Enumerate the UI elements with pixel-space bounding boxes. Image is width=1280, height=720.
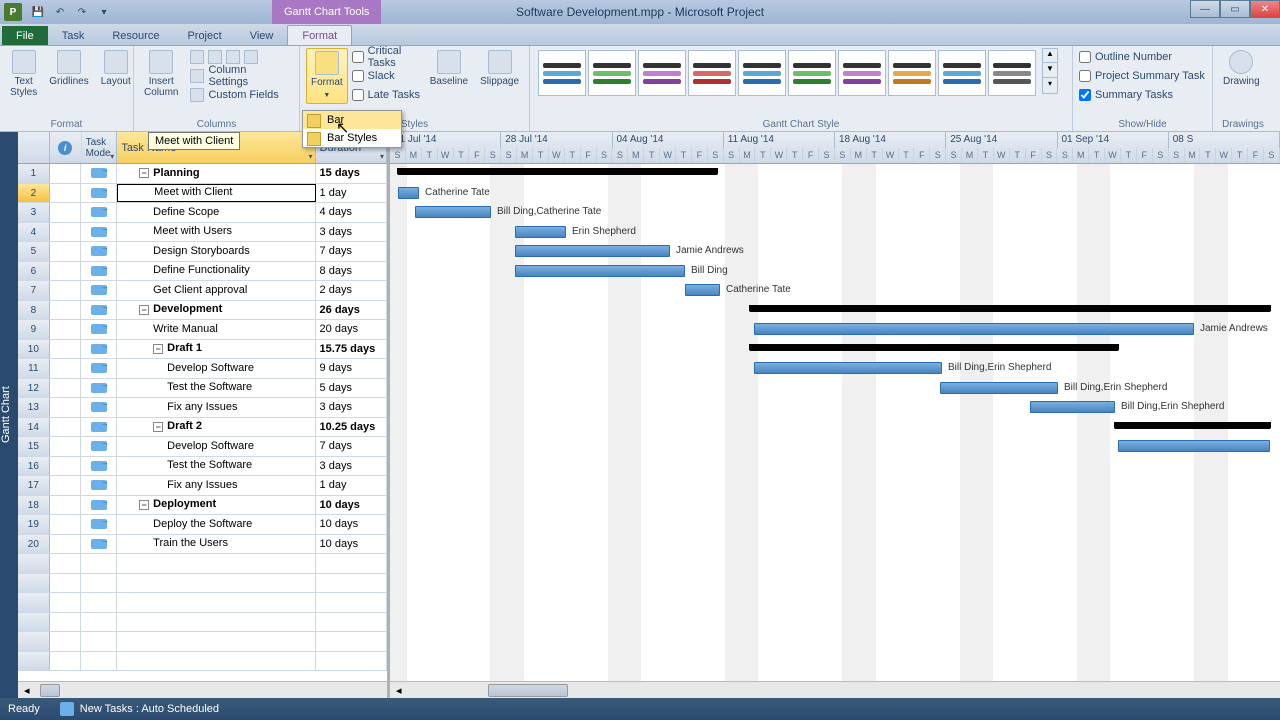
- table-row[interactable]: 10−Draft 115.75 days: [18, 340, 387, 360]
- table-row[interactable]: 19Deploy the Software10 days: [18, 515, 387, 535]
- table-row[interactable]: 15Develop Software7 days: [18, 437, 387, 457]
- baseline-button[interactable]: Baseline: [426, 48, 472, 89]
- group-ganttstyle-label: Gantt Chart Style: [530, 117, 1072, 130]
- minimize-button[interactable]: —: [1190, 0, 1220, 18]
- drawing-button[interactable]: Drawing: [1219, 48, 1264, 89]
- group-drawings-label: Drawings: [1213, 117, 1273, 130]
- tooltip: Meet with Client: [148, 132, 240, 150]
- info-column-header[interactable]: i: [50, 132, 82, 163]
- insert-column-button[interactable]: Insert Column: [140, 48, 182, 100]
- style-option[interactable]: [838, 50, 886, 96]
- maximize-button[interactable]: ▭: [1220, 0, 1250, 18]
- autoschedule-icon: [60, 702, 74, 716]
- style-option[interactable]: [538, 50, 586, 96]
- ribbon-tabs: File Task Resource Project View Format △…: [0, 24, 1280, 46]
- slack-checkbox[interactable]: Slack: [352, 67, 422, 85]
- redo-icon[interactable]: ↷: [72, 3, 92, 21]
- table-row[interactable]: 2Meet with Client1 day: [18, 184, 387, 204]
- save-icon[interactable]: 💾: [28, 3, 48, 21]
- group-columns-label: Columns: [134, 117, 299, 130]
- view-sidebar-label[interactable]: Gantt Chart: [0, 132, 18, 698]
- grid-hscroll[interactable]: ◂: [18, 681, 387, 698]
- table-row[interactable]: 7Get Client approval2 days: [18, 281, 387, 301]
- tab-view[interactable]: View: [236, 26, 288, 45]
- tab-project[interactable]: Project: [173, 26, 235, 45]
- text-styles-button[interactable]: Text Styles: [6, 48, 41, 100]
- style-option[interactable]: [638, 50, 686, 96]
- custom-fields-button[interactable]: Custom Fields: [186, 86, 293, 104]
- gallery-down-icon[interactable]: ▼: [1043, 64, 1057, 78]
- table-row[interactable]: 16Test the Software3 days: [18, 457, 387, 477]
- tab-file[interactable]: File: [2, 26, 48, 45]
- tab-resource[interactable]: Resource: [98, 26, 173, 45]
- gallery-more-icon[interactable]: ▾: [1043, 79, 1057, 93]
- table-row[interactable]: 20Train the Users10 days: [18, 535, 387, 555]
- summary-tasks-checkbox[interactable]: Summary Tasks: [1079, 86, 1205, 104]
- style-option[interactable]: [988, 50, 1036, 96]
- layout-button[interactable]: Layout: [97, 48, 135, 89]
- app-logo: P: [4, 3, 22, 21]
- table-row[interactable]: 3Define Scope4 days: [18, 203, 387, 223]
- ribbon: Text Styles Gridlines Layout Format Inse…: [0, 46, 1280, 132]
- status-newtasks: New Tasks : Auto Scheduled: [80, 703, 219, 715]
- contextual-tab-label: Gantt Chart Tools: [272, 0, 381, 24]
- late-tasks-checkbox[interactable]: Late Tasks: [352, 86, 422, 104]
- table-row[interactable]: 5Design Storyboards7 days: [18, 242, 387, 262]
- style-option[interactable]: [738, 50, 786, 96]
- format-dropdown-button[interactable]: Format▼: [306, 48, 348, 104]
- style-option[interactable]: [588, 50, 636, 96]
- menu-bar[interactable]: Bar: [303, 111, 401, 129]
- menu-bar-styles[interactable]: Bar Styles: [303, 129, 401, 147]
- window-title: Software Development.mpp - Microsoft Pro…: [516, 5, 764, 19]
- gridlines-button[interactable]: Gridlines: [45, 48, 92, 89]
- style-option[interactable]: [888, 50, 936, 96]
- gallery-up-icon[interactable]: ▲: [1043, 49, 1057, 63]
- critical-tasks-checkbox[interactable]: Critical Tasks: [352, 48, 422, 66]
- table-row[interactable]: 13Fix any Issues3 days: [18, 398, 387, 418]
- column-settings-button[interactable]: Column Settings: [186, 67, 293, 85]
- project-summary-checkbox[interactable]: Project Summary Task: [1079, 67, 1205, 85]
- status-bar: Ready New Tasks : Auto Scheduled: [0, 698, 1280, 720]
- table-row[interactable]: 14−Draft 210.25 days: [18, 418, 387, 438]
- style-option[interactable]: [938, 50, 986, 96]
- table-row[interactable]: 9Write Manual20 days: [18, 320, 387, 340]
- format-dropdown-menu: Bar Bar Styles: [302, 110, 402, 148]
- group-showhide-label: Show/Hide: [1073, 117, 1212, 130]
- slippage-button[interactable]: Slippage: [476, 48, 523, 89]
- table-row[interactable]: 18−Deployment10 days: [18, 496, 387, 516]
- style-option[interactable]: [788, 50, 836, 96]
- gantt-chart: 21 Jul '1428 Jul '1404 Aug '1411 Aug '14…: [390, 132, 1280, 698]
- outline-number-checkbox[interactable]: Outline Number: [1079, 48, 1205, 66]
- status-ready: Ready: [8, 703, 40, 715]
- table-row[interactable]: 1−Planning15 days: [18, 164, 387, 184]
- table-row[interactable]: 8−Development26 days: [18, 301, 387, 321]
- table-row[interactable]: 6Define Functionality8 days: [18, 262, 387, 282]
- close-button[interactable]: ✕: [1250, 0, 1280, 18]
- tab-format[interactable]: Format: [287, 25, 352, 45]
- undo-icon[interactable]: ↶: [50, 3, 70, 21]
- table-row[interactable]: 17Fix any Issues1 day: [18, 476, 387, 496]
- table-row[interactable]: 11Develop Software9 days: [18, 359, 387, 379]
- title-bar: P 💾 ↶ ↷ ▾ Gantt Chart Tools Software Dev…: [0, 0, 1280, 24]
- gantt-hscroll[interactable]: ◂: [390, 681, 1280, 698]
- table-row[interactable]: 12Test the Software5 days: [18, 379, 387, 399]
- tab-task[interactable]: Task: [48, 26, 99, 45]
- group-format-label: Format: [0, 117, 133, 130]
- style-option[interactable]: [688, 50, 736, 96]
- gantt-style-gallery[interactable]: [536, 48, 1038, 98]
- task-mode-header[interactable]: Task Mode▾: [82, 132, 118, 163]
- table-row[interactable]: 4Meet with Users3 days: [18, 223, 387, 243]
- task-grid: i Task Mode▾ Task Name▾ Duration▾ 1−Plan…: [18, 132, 390, 698]
- qat-more-icon[interactable]: ▾: [94, 3, 114, 21]
- quick-access-toolbar: 💾 ↶ ↷ ▾: [28, 3, 114, 21]
